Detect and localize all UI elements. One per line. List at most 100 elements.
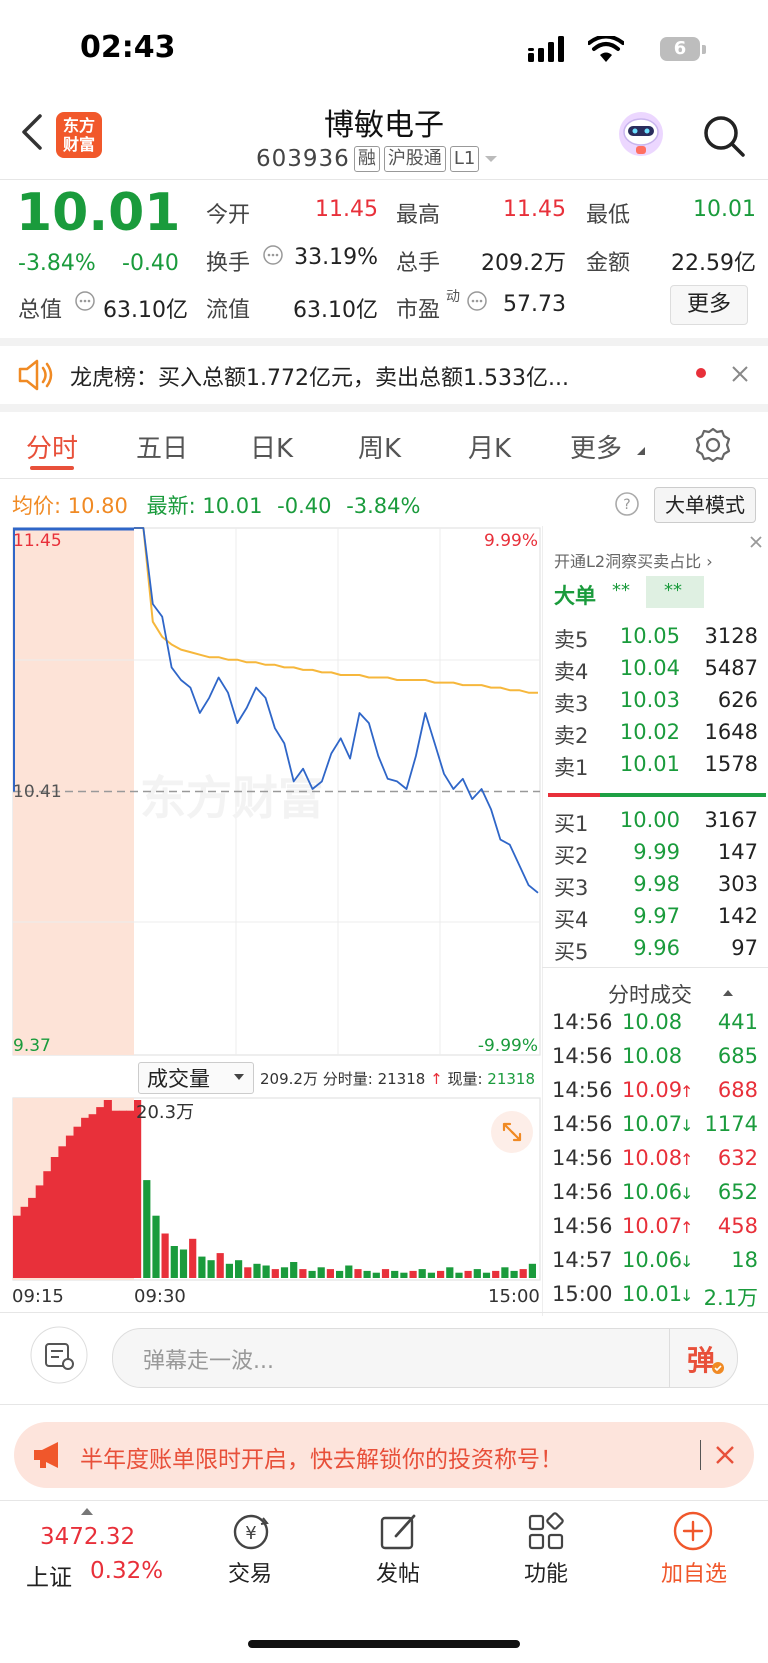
nav-functions[interactable]: 功能 xyxy=(496,1556,596,1588)
volume-bar xyxy=(299,1269,307,1278)
volume-bar xyxy=(492,1270,500,1278)
tick-volume: 18 xyxy=(731,1248,758,1272)
index-change: 0.32% xyxy=(90,1558,164,1584)
tick-row: 14:57 10.06 ↓ 18 xyxy=(542,1248,768,1282)
ask-volume: 626 xyxy=(717,688,758,712)
avg-price-label: 均价: xyxy=(12,494,62,518)
up-arrow: ↑ xyxy=(430,1070,443,1088)
tick-price: 10.08 xyxy=(622,1044,683,1068)
auction-volume-bar xyxy=(43,1171,52,1278)
tick-volume: 458 xyxy=(717,1214,758,1238)
tab-weekly-k[interactable]: 周K xyxy=(358,428,401,465)
trade-icon[interactable]: ¥ xyxy=(230,1512,272,1552)
status-time: 02:43 xyxy=(80,30,176,65)
promo-banner[interactable]: 半年度账单限时开启，快去解锁你的投资称号！ xyxy=(14,1422,754,1488)
help-icon[interactable]: ? xyxy=(614,491,640,517)
volume-bar xyxy=(473,1269,481,1278)
turnover-label: 换手 xyxy=(206,251,251,276)
avg-price-value: 10.80 xyxy=(67,494,128,518)
l2-promo-link[interactable]: 开通L2洞察买卖占比 › xyxy=(554,548,713,572)
search-icon[interactable] xyxy=(702,114,746,158)
bid-volume: 3167 xyxy=(704,808,758,832)
bid-volume: 303 xyxy=(717,872,758,896)
auction-volume-bar xyxy=(88,1114,97,1278)
add-watchlist-icon[interactable] xyxy=(672,1510,714,1552)
info-dots-icon[interactable] xyxy=(466,290,488,312)
tab-monthly-k[interactable]: 月K xyxy=(468,428,511,465)
danmu-placeholder: 弹幕走一波... xyxy=(143,1349,274,1374)
danmu-input[interactable]: 弹幕走一波... 弹 xyxy=(112,1328,738,1388)
tab-more[interactable]: 更多 xyxy=(570,428,622,465)
nav-trade[interactable]: 交易 xyxy=(200,1556,300,1588)
big-order-mode-button[interactable]: 大单模式 xyxy=(654,487,756,523)
volume-chart[interactable]: 20.3万 xyxy=(0,1096,545,1282)
tick-arrow: ↓ xyxy=(680,1184,694,1203)
volume-bar xyxy=(391,1270,399,1278)
auction-volume-bar xyxy=(65,1135,74,1278)
close-icon[interactable] xyxy=(730,364,750,384)
volume-bar xyxy=(409,1270,417,1278)
time-label-close: 15:00 xyxy=(488,1286,540,1307)
nav-add-watchlist[interactable]: 加自选 xyxy=(644,1556,744,1588)
volume-bar xyxy=(262,1265,270,1278)
close-icon[interactable] xyxy=(748,534,764,550)
tick-volume: 441 xyxy=(717,1010,758,1034)
tick-arrow: ↑ xyxy=(680,1218,694,1237)
tick-time: 14:56 xyxy=(552,1078,613,1102)
big-order-value-1: ** xyxy=(612,580,630,601)
robot-assistant-icon[interactable] xyxy=(614,108,668,160)
auction-volume-bar xyxy=(73,1126,82,1278)
time-label-open: 09:15 xyxy=(12,1286,64,1307)
ask-list: 卖5 10.05 3128 卖4 10.04 5487 卖3 10.03 626 卖2 10.02 1… xyxy=(542,624,768,784)
volume-max-label: 20.3万 xyxy=(136,1102,194,1123)
tick-row: 14:56 10.08 441 xyxy=(542,1010,768,1044)
stock-code-row[interactable]: 603936 融 沪股通 L1 xyxy=(256,146,499,172)
last-change-value: -0.40 xyxy=(277,494,332,518)
tab-five-day[interactable]: 五日 xyxy=(136,428,188,465)
intraday-price-chart[interactable]: 东方财富 11.45 10.41 9.37 9.99% -9.99% xyxy=(0,524,545,1059)
tick-time: 14:56 xyxy=(552,1146,613,1170)
change-percent: -3.84% xyxy=(18,251,96,276)
more-quote-button[interactable]: 更多 xyxy=(670,285,748,325)
last-price-value: 10.01 xyxy=(202,494,263,518)
open-label: 今开 xyxy=(206,203,251,228)
wifi-icon xyxy=(588,36,624,62)
ticks-title[interactable]: 分时成交 xyxy=(608,979,692,1009)
volume-bar xyxy=(161,1233,169,1278)
tick-price: 10.06 xyxy=(622,1180,683,1204)
ask-row: 卖5 10.05 3128 xyxy=(542,624,768,656)
dragon-tiger-notice[interactable]: 龙虎榜：买入总额1.772亿元，卖出总额1.533亿... xyxy=(70,360,569,392)
home-indicator xyxy=(248,1640,520,1648)
big-order-value-2: ** xyxy=(664,580,682,601)
divider xyxy=(0,1312,768,1313)
info-dots-icon[interactable] xyxy=(262,244,284,266)
y-low-label: 9.37 xyxy=(13,1036,51,1056)
nav-post[interactable]: 发帖 xyxy=(348,1556,448,1588)
volume-indicator-label: 成交量 xyxy=(147,1067,210,1091)
tick-row: 14:56 10.06 ↓ 652 xyxy=(542,1180,768,1214)
bid-price: 9.96 xyxy=(633,936,680,960)
volume-label: 总手 xyxy=(396,251,441,276)
volume-bar xyxy=(216,1253,224,1278)
expand-icon[interactable] xyxy=(490,1110,534,1154)
settings-gear-icon[interactable] xyxy=(694,426,732,464)
volume-bar xyxy=(354,1269,362,1278)
tick-price: 10.08 xyxy=(622,1146,683,1170)
pe-superscript: 动 xyxy=(446,289,460,305)
ask-row: 卖3 10.03 626 xyxy=(542,688,768,720)
compose-icon[interactable] xyxy=(378,1512,420,1552)
info-dots-icon[interactable] xyxy=(74,290,96,312)
close-icon[interactable] xyxy=(714,1444,736,1466)
danmu-settings-icon[interactable] xyxy=(30,1326,88,1384)
tab-daily-k[interactable]: 日K xyxy=(250,428,293,465)
tick-price: 10.09 xyxy=(622,1078,683,1102)
volume-bar xyxy=(336,1270,344,1278)
ask-label: 卖5 xyxy=(554,628,589,652)
volume-bar xyxy=(290,1262,298,1278)
functions-grid-icon[interactable] xyxy=(526,1512,566,1552)
auction-volume-bar xyxy=(111,1110,120,1278)
banner-divider xyxy=(700,1440,701,1470)
index-value[interactable]: 3472.32 xyxy=(40,1524,135,1550)
auction-volume-bar xyxy=(103,1100,112,1278)
tab-intraday[interactable]: 分时 xyxy=(26,428,78,465)
